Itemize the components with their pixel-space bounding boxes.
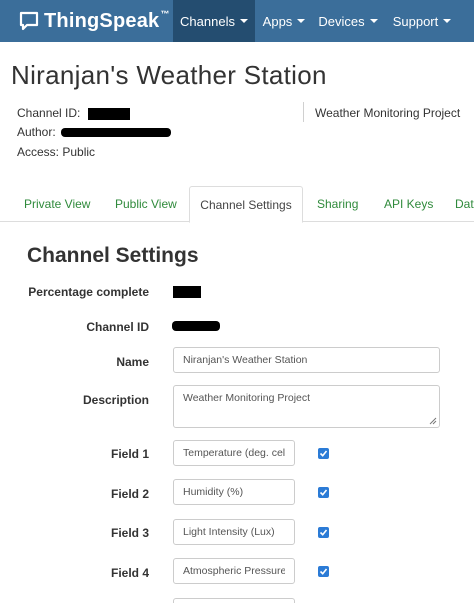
field3-checkbox[interactable]: [318, 527, 329, 538]
tab-api-keys[interactable]: API Keys: [384, 186, 433, 222]
nav-devices-label: Devices: [318, 13, 365, 29]
nav-devices[interactable]: Devices: [313, 0, 383, 42]
tab-channel-settings[interactable]: Channel Settings: [189, 186, 303, 223]
name-label: Name: [116, 355, 149, 369]
thingspeak-logo[interactable]: ThingSpeak ™: [18, 0, 169, 42]
channel-id-field-redacted: [172, 321, 220, 331]
description-textarea[interactable]: Weather Monitoring Project: [173, 385, 440, 428]
description-label: Description: [82, 393, 149, 407]
check-icon: [319, 529, 328, 536]
channel-id-redacted: [87, 107, 130, 120]
tab-public-view[interactable]: Public View: [115, 186, 177, 222]
tab-data-import-export[interactable]: Dat: [455, 186, 474, 222]
chat-bubble-icon: [19, 11, 39, 31]
nav-apps[interactable]: Apps: [255, 0, 313, 42]
author-label: Author:: [17, 125, 56, 139]
field5-input-partial[interactable]: [173, 598, 295, 603]
chevron-down-icon: [443, 19, 452, 23]
section-title: Channel Settings: [27, 244, 199, 267]
brand-name: ThingSpeak: [44, 9, 160, 32]
author-line: Author:: [17, 125, 172, 139]
nav-apps-label: Apps: [262, 13, 293, 29]
top-navbar: ThingSpeak ™ Channels Apps Devices Suppo…: [0, 0, 474, 42]
check-icon: [319, 450, 328, 457]
header-divider: [303, 102, 304, 122]
field4-label: Field 4: [110, 566, 149, 580]
access-value: Public: [62, 145, 96, 159]
nav-channels[interactable]: Channels: [173, 0, 255, 42]
resize-grip-icon[interactable]: [429, 417, 437, 425]
field4-input[interactable]: [173, 558, 295, 584]
tab-private-view[interactable]: Private View: [24, 186, 90, 222]
access-line: Access: Public: [17, 145, 95, 159]
channel-description: Weather Monitoring Project: [315, 106, 461, 120]
channel-id-label: Channel ID:: [17, 106, 81, 120]
field2-label: Field 2: [110, 487, 149, 501]
author-redacted: [61, 128, 172, 138]
field1-label: Field 1: [110, 447, 149, 461]
field1-input[interactable]: [173, 440, 295, 466]
check-icon: [319, 489, 328, 496]
nav-support-label: Support: [392, 13, 439, 29]
brand-trademark: ™: [160, 9, 170, 19]
percentage-label: Percentage complete: [28, 285, 149, 299]
nav-support[interactable]: Support: [385, 0, 459, 42]
channel-tabs: Private View Public View Channel Setting…: [0, 186, 474, 223]
field3-input[interactable]: [173, 519, 295, 545]
chevron-down-icon: [297, 19, 306, 23]
field1-checkbox[interactable]: [318, 448, 329, 459]
field2-input[interactable]: [173, 479, 295, 505]
field4-checkbox[interactable]: [318, 566, 329, 577]
field3-label: Field 3: [110, 526, 149, 540]
chevron-down-icon: [369, 19, 378, 23]
page-title: Niranjan's Weather Station: [11, 60, 327, 90]
percentage-redacted: [173, 286, 201, 298]
nav-channels-label: Channels: [180, 13, 235, 29]
field2-checkbox[interactable]: [318, 487, 329, 498]
chevron-down-icon: [239, 19, 248, 23]
access-label: Access:: [17, 145, 60, 159]
check-icon: [319, 568, 328, 575]
tab-sharing[interactable]: Sharing: [317, 186, 358, 222]
name-input[interactable]: [173, 347, 440, 373]
channel-id-field-label: Channel ID: [86, 320, 149, 334]
channel-id-line: Channel ID:: [17, 106, 130, 120]
